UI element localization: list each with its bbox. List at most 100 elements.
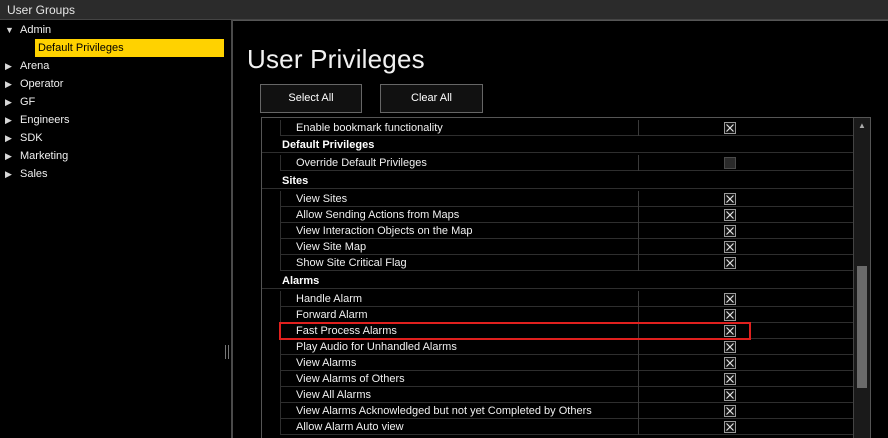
tree-item-label: Operator (20, 78, 64, 90)
privilege-name: View Alarms Acknowledged but not yet Com… (296, 405, 592, 417)
tree-item-label: SDK (20, 132, 43, 144)
check-x-icon (726, 343, 734, 351)
collapse-arrow-icon[interactable]: ▶ (5, 165, 15, 183)
privilege-section-header: Sites (262, 173, 854, 189)
privilege-name: Handle Alarm (296, 293, 363, 305)
column-divider (638, 255, 639, 271)
column-divider (638, 223, 639, 239)
privilege-checkbox[interactable] (724, 373, 736, 385)
collapse-arrow-icon[interactable]: ▶ (5, 147, 15, 165)
privilege-row[interactable]: View Sites (262, 191, 854, 207)
privilege-name: Show Site Critical Flag (296, 257, 407, 269)
privilege-checkbox[interactable] (724, 389, 736, 401)
scroll-thumb[interactable] (857, 266, 867, 388)
privilege-checkbox[interactable] (724, 293, 736, 305)
privilege-name: View Alarms of Others (296, 373, 405, 385)
highlight-box (279, 322, 751, 340)
column-divider (638, 419, 639, 435)
expand-arrow-icon[interactable]: ▼ (5, 21, 15, 39)
privilege-row[interactable]: View Interaction Objects on the Map (262, 223, 854, 239)
row-indent (262, 371, 281, 387)
privilege-row[interactable]: Handle Alarm (262, 291, 854, 307)
privilege-checkbox[interactable] (724, 225, 736, 237)
check-x-icon (726, 124, 734, 132)
column-divider (638, 307, 639, 323)
row-indent (262, 191, 281, 207)
row-indent (262, 387, 281, 403)
row-indent (262, 120, 281, 136)
privilege-row[interactable]: Play Audio for Unhandled Alarms (262, 339, 854, 355)
privilege-checkbox[interactable] (724, 241, 736, 253)
privilege-checkbox[interactable] (724, 193, 736, 205)
privilege-checkbox[interactable] (724, 341, 736, 353)
column-divider (638, 371, 639, 387)
check-x-icon (726, 311, 734, 319)
column-divider (638, 191, 639, 207)
privilege-section-header: Alarms (262, 273, 854, 289)
privilege-row[interactable]: Override Default Privileges (262, 155, 854, 171)
row-indent (262, 207, 281, 223)
check-x-icon (726, 259, 734, 267)
row-indent (262, 307, 281, 323)
privilege-row[interactable]: View Alarms of Others (262, 371, 854, 387)
vertical-scrollbar[interactable]: ▲ (853, 118, 870, 438)
row-indent (262, 239, 281, 255)
privilege-row[interactable]: View Alarms Acknowledged but not yet Com… (262, 403, 854, 419)
tree-item-label: GF (20, 96, 36, 108)
row-indent (262, 223, 281, 239)
scroll-up-icon[interactable]: ▲ (854, 118, 870, 134)
column-divider (638, 403, 639, 419)
collapse-arrow-icon[interactable]: ▶ (5, 129, 15, 147)
collapse-arrow-icon[interactable]: ▶ (5, 57, 15, 75)
check-x-icon (726, 407, 734, 415)
privilege-checkbox[interactable] (724, 209, 736, 221)
privilege-checkbox[interactable] (724, 405, 736, 417)
clear-all-button[interactable]: Clear All (380, 84, 483, 113)
privilege-row[interactable]: View All Alarms (262, 387, 854, 403)
privilege-name: View Sites (296, 193, 348, 205)
privilege-name: View Alarms (296, 357, 357, 369)
privileges-grid: Enable bookmark functionality Default Pri… (261, 117, 871, 438)
privilege-checkbox[interactable] (724, 122, 736, 134)
privilege-row[interactable]: View Alarms (262, 355, 854, 371)
privilege-checkbox[interactable] (724, 421, 736, 433)
check-x-icon (726, 359, 734, 367)
select-all-button[interactable]: Select All (260, 84, 362, 113)
privilege-name: View Interaction Objects on the Map (296, 225, 473, 237)
privilege-row[interactable]: Allow Alarm Auto view (262, 419, 854, 435)
column-divider (638, 239, 639, 255)
privilege-name: View Site Map (296, 241, 367, 253)
privilege-name: Allow Sending Actions from Maps (296, 209, 460, 221)
row-indent (262, 419, 281, 435)
column-divider (638, 207, 639, 223)
tree-item-label: Arena (20, 60, 50, 72)
privilege-row[interactable]: Allow Sending Actions from Maps (262, 207, 854, 223)
privilege-row[interactable]: Enable bookmark functionality (262, 120, 854, 136)
privilege-row[interactable]: Forward Alarm (262, 307, 854, 323)
tree-item-default-privileges[interactable]: Default Privileges (35, 39, 224, 57)
row-indent (262, 339, 281, 355)
privilege-name: Allow Alarm Auto view (296, 421, 404, 433)
row-indent (262, 291, 281, 307)
collapse-arrow-icon[interactable]: ▶ (5, 111, 15, 129)
section-title: Default Privileges (282, 139, 375, 151)
privilege-row[interactable]: View Site Map (262, 239, 854, 255)
collapse-arrow-icon[interactable]: ▶ (5, 75, 15, 93)
page-title: User Privileges (247, 44, 425, 74)
privilege-checkbox[interactable] (724, 357, 736, 369)
check-x-icon (726, 423, 734, 431)
check-x-icon (726, 195, 734, 203)
privilege-checkbox[interactable] (724, 257, 736, 269)
check-x-icon (726, 375, 734, 383)
section-title: Alarms (282, 275, 320, 287)
row-indent (262, 403, 281, 419)
collapse-arrow-icon[interactable]: ▶ (5, 93, 15, 111)
privilege-name: Enable bookmark functionality (296, 122, 443, 134)
check-x-icon (726, 211, 734, 219)
privilege-checkbox[interactable] (724, 157, 736, 169)
column-divider (638, 155, 639, 171)
privilege-section-header: Default Privileges (262, 137, 854, 153)
privilege-row[interactable]: Show Site Critical Flag (262, 255, 854, 271)
privilege-checkbox[interactable] (724, 309, 736, 321)
column-divider (638, 387, 639, 403)
